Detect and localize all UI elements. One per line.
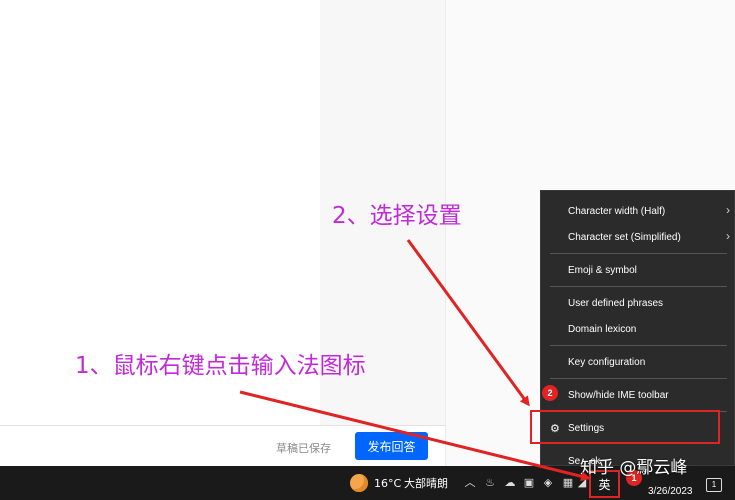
publish-answer-button[interactable]: 发布回答	[355, 432, 428, 460]
menu-divider	[550, 253, 727, 254]
menu-item-label: Emoji & symbol	[568, 264, 637, 276]
menu-divider	[550, 345, 727, 346]
step-badge-2: 2	[542, 385, 558, 401]
weather-sun-icon[interactable]	[350, 466, 368, 500]
menu-item-key-configuration[interactable]: Key configuration	[541, 349, 735, 375]
cloud-icon[interactable]: ☁	[502, 475, 518, 491]
draft-saved-status: 草稿已保存	[276, 443, 331, 455]
step2-instruction: 2、选择设置	[332, 203, 462, 229]
clock-date[interactable]: 3/26/2023	[648, 486, 693, 497]
menu-item-label: Show/hide IME toolbar	[568, 389, 669, 401]
menu-item-label: Key configuration	[568, 356, 646, 368]
menu-item-user-defined-phrases[interactable]: User defined phrases	[541, 290, 735, 316]
menu-item-label: User defined phrases	[568, 297, 664, 309]
step1-instruction: 1、鼠标右键点击输入法图标	[75, 353, 366, 379]
chevron-up-icon[interactable]: ︿	[462, 475, 478, 491]
menu-item-domain-lexicon[interactable]: Domain lexicon	[541, 316, 735, 342]
chevron-right-icon: ›	[726, 229, 730, 243]
tray-app-icon[interactable]: ▣	[521, 475, 537, 491]
tray-app-icon[interactable]: ♨	[482, 475, 498, 491]
menu-item-emoji-symbol[interactable]: Emoji & symbol	[541, 257, 735, 283]
weather-temperature[interactable]: 16°C	[374, 466, 401, 500]
settings-highlight-box	[530, 410, 720, 444]
menu-item-character-width[interactable]: Character width (Half) ›	[541, 198, 735, 224]
weather-description[interactable]: 大部晴朗	[404, 466, 448, 500]
notification-icon[interactable]: 1	[706, 478, 722, 492]
menu-item-label: Character set (Simplified)	[568, 231, 681, 243]
menu-item-label: Character width (Half)	[568, 205, 666, 217]
menu-item-label: Domain lexicon	[568, 323, 637, 335]
menu-item-show-hide-toolbar[interactable]: Show/hide IME toolbar	[541, 382, 735, 408]
menu-item-character-set[interactable]: Character set (Simplified) ›	[541, 224, 735, 250]
menu-divider	[550, 378, 727, 379]
chevron-right-icon: ›	[726, 203, 730, 217]
zhihu-watermark: 知乎 @鄢云峰	[580, 458, 688, 478]
tray-app-icon[interactable]: ◈	[540, 475, 556, 491]
menu-divider	[550, 286, 727, 287]
